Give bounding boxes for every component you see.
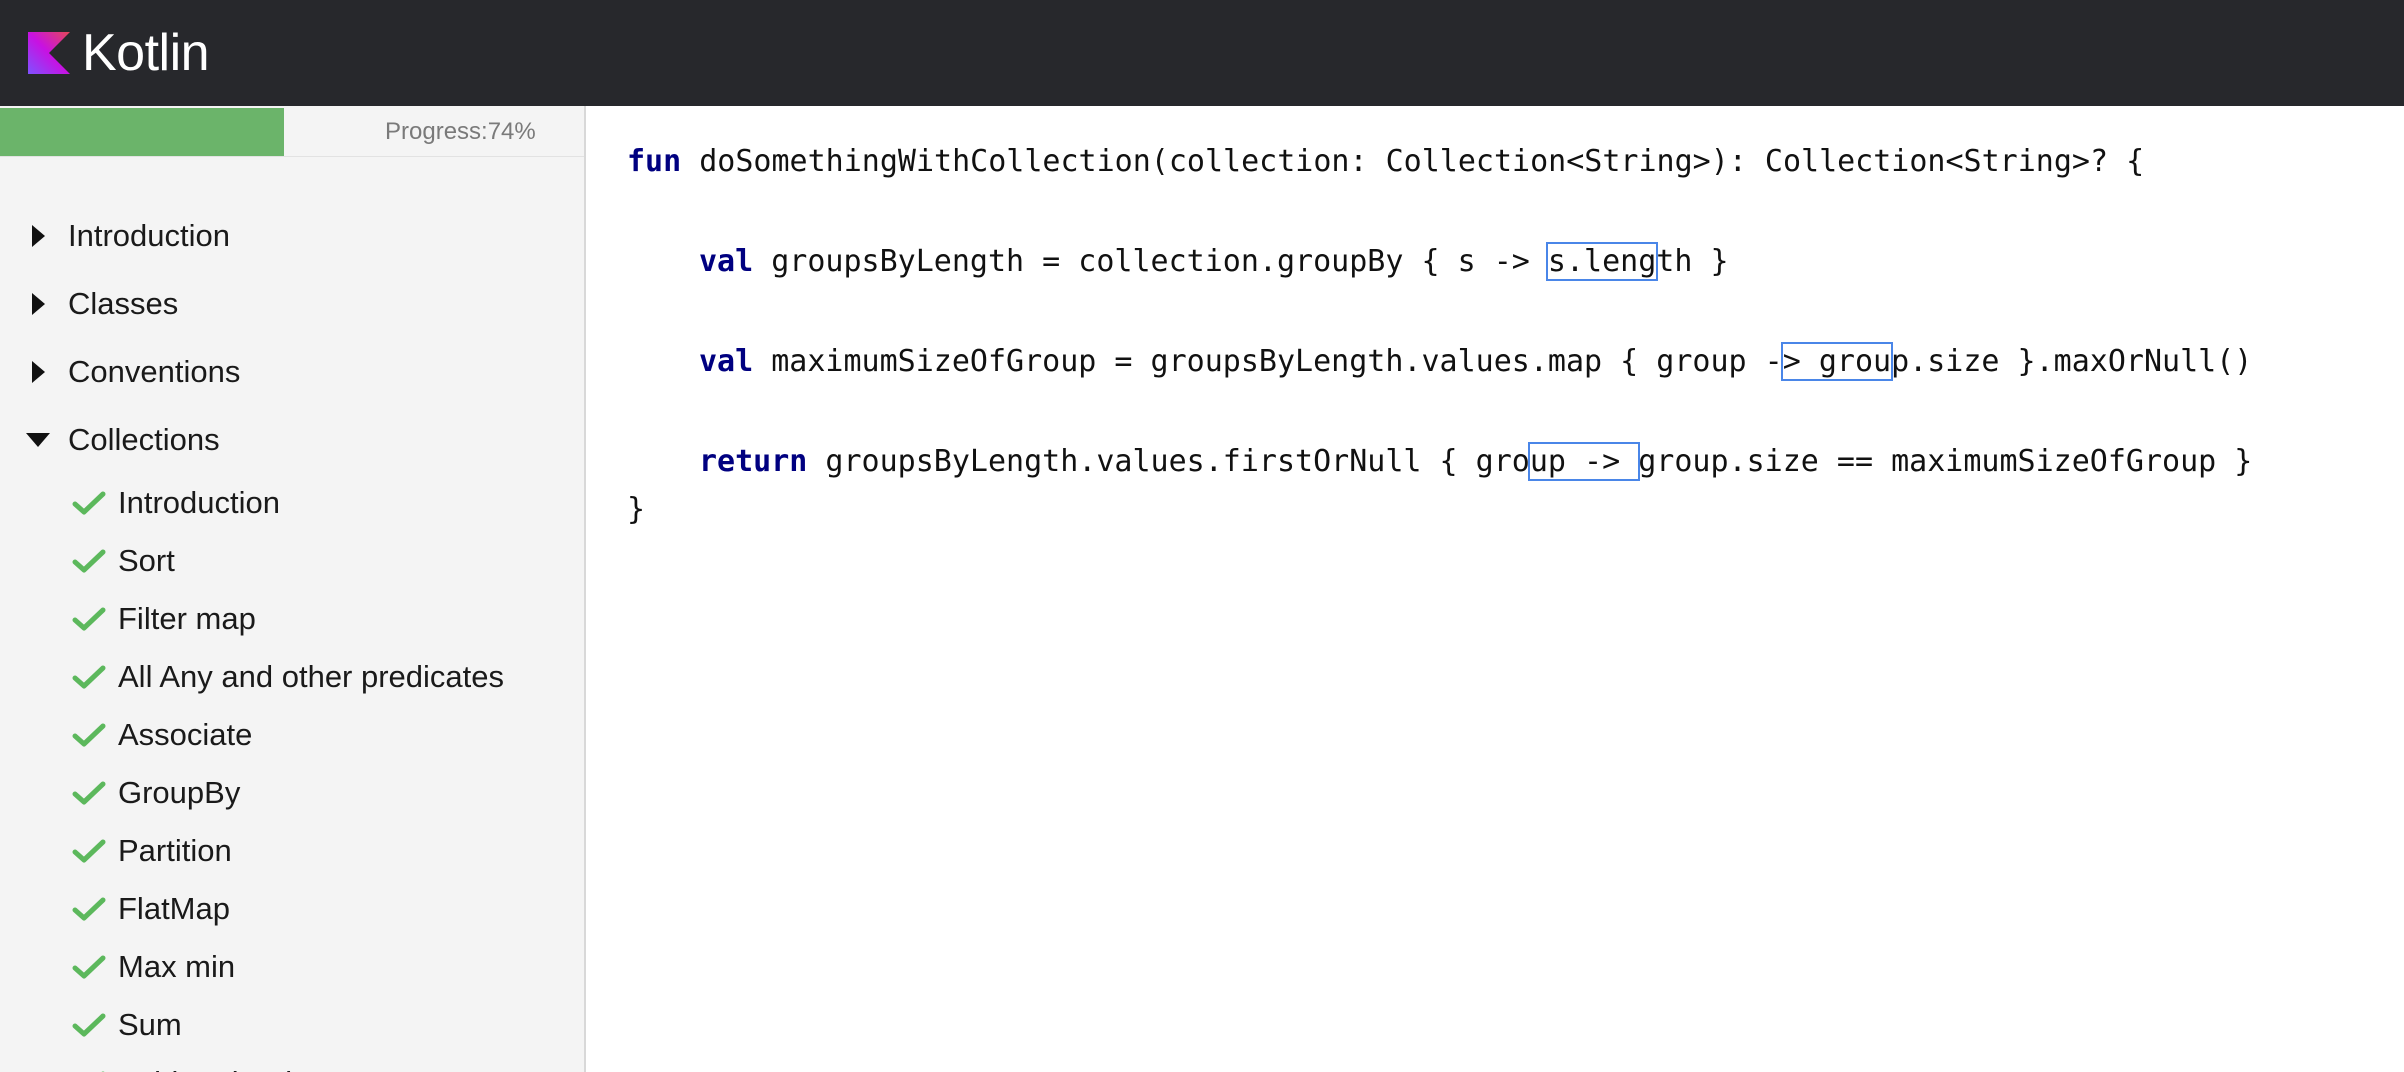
nav-section-classes[interactable]: Classes (0, 270, 584, 338)
nav-section-collections[interactable]: Collections (0, 406, 584, 474)
task-item-label: All Any and other predicates (118, 659, 505, 694)
code-line-5: } (627, 492, 646, 527)
task-item-label: FlatMap (118, 891, 230, 926)
code-highlight: s.leng (1545, 242, 1659, 281)
code-text: groupsByLength.values.firstOrNull { gro (807, 444, 1530, 479)
checkmark-icon (72, 781, 106, 805)
task-item[interactable]: GroupBy (0, 764, 584, 822)
progress-label: Progress:74% (385, 118, 536, 145)
kotlin-logo-icon (28, 32, 70, 74)
task-item[interactable]: Max min (0, 938, 584, 996)
task-navigation: Introduction Classes Conventions Collect… (0, 202, 584, 1072)
checkmark-icon (72, 491, 106, 515)
task-item-label: Filter map (118, 601, 256, 636)
task-item[interactable]: Sort (0, 532, 584, 590)
nav-section-conventions[interactable]: Conventions (0, 338, 584, 406)
code-text: group.size == maximumSizeOfGroup } (1638, 444, 2253, 479)
checkmark-icon (72, 723, 106, 747)
logo-text: Kotlin (82, 24, 210, 82)
task-item[interactable]: Partition (0, 822, 584, 880)
collections-task-list: Introduction Sort Filter map All Any and ot… (0, 474, 584, 1072)
code-line-4: return groupsByLength.values.firstOrNull… (699, 442, 2253, 481)
code-editor[interactable]: fun doSomethingWithCollection(collection… (586, 106, 2404, 1072)
code-line-2: val groupsByLength = collection.groupBy … (699, 242, 1729, 281)
task-item-label: Sum (118, 1007, 182, 1042)
progress-fill (0, 108, 285, 156)
checkmark-icon (72, 839, 106, 863)
keyword: val (699, 344, 754, 379)
task-item-label: Introduction (118, 485, 280, 520)
code-line-3: val maximumSizeOfGroup = groupsByLength.… (699, 342, 2253, 381)
nav-section-label: Classes (68, 286, 179, 321)
code-text: maximumSizeOfGroup = groupsByLength.valu… (753, 344, 1783, 379)
keyword: return (699, 444, 808, 479)
task-item-label: Max min (118, 949, 236, 984)
code-highlight: > grou (1780, 342, 1894, 381)
sidebar: Progress:74% Introduction Classes Conven… (0, 106, 586, 1072)
task-item[interactable]: All Any and other predicates (0, 648, 584, 706)
caret-right-icon (32, 225, 45, 247)
keyword: fun (627, 144, 682, 179)
nav-section-introduction[interactable]: Introduction (0, 202, 584, 270)
task-item-label: Associate (118, 717, 253, 752)
code-text: p.size }.maxOrNull() (1891, 344, 2253, 379)
code-highlight: up -> (1527, 442, 1641, 481)
kotlin-logo[interactable]: Kotlin (28, 18, 210, 88)
checkmark-icon (72, 897, 106, 921)
nav-section-label: Collections (68, 422, 220, 457)
caret-right-icon (32, 361, 45, 383)
checkmark-icon (72, 665, 106, 689)
task-item[interactable]: Introduction (0, 474, 584, 532)
top-bar: Kotlin (0, 0, 2404, 108)
keyword: val (699, 244, 754, 279)
task-item[interactable]: Filter map (0, 590, 584, 648)
task-item[interactable]: Sum (0, 996, 584, 1054)
task-item-label: Sort (118, 543, 175, 578)
checkmark-icon (72, 1013, 106, 1037)
task-item[interactable]: FlatMap (0, 880, 584, 938)
caret-right-icon (32, 293, 45, 315)
checkmark-icon (72, 955, 106, 979)
task-item-label: Fold and reduce (118, 1065, 342, 1072)
code-text: doSomethingWithCollection(collection: Co… (681, 144, 2145, 179)
task-item-label: Partition (118, 833, 232, 868)
caret-down-icon (26, 433, 50, 447)
code-text: groupsByLength = collection.groupBy { s … (753, 244, 1548, 279)
checkmark-icon (72, 549, 106, 573)
nav-section-label: Conventions (68, 354, 241, 389)
checkmark-icon (72, 607, 106, 631)
task-item[interactable]: Fold and reduce (0, 1054, 584, 1072)
task-item[interactable]: Associate (0, 706, 584, 764)
nav-section-label: Introduction (68, 218, 230, 253)
code-text: th } (1656, 244, 1729, 279)
task-item-label: GroupBy (118, 775, 241, 810)
code-line-1: fun doSomethingWithCollection(collection… (627, 144, 2144, 179)
progress-bar: Progress:74% (0, 108, 584, 157)
